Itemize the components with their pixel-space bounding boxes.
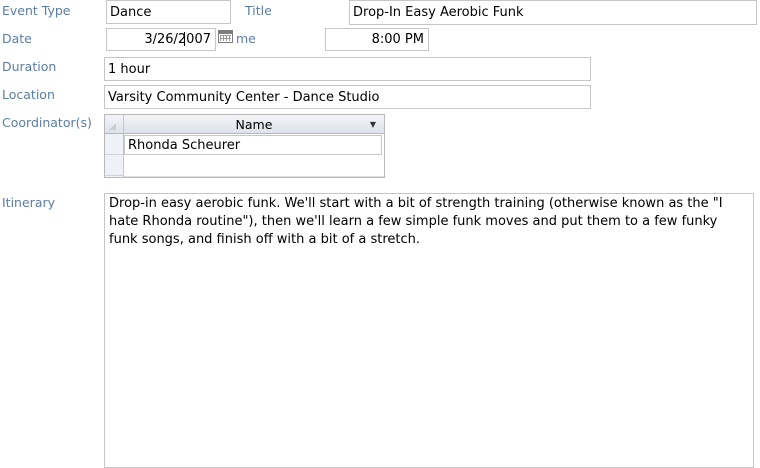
text-cursor [184,32,185,46]
dropdown-arrow-icon[interactable]: ▼ [370,120,376,129]
location-field[interactable]: Varsity Community Center - Dance Studio [104,85,591,109]
date-field[interactable]: 3/26/2007 [106,28,216,51]
duration-field[interactable]: 1 hour [104,57,591,81]
name-column-header[interactable]: Name [124,115,384,133]
location-label: Location [2,87,55,102]
time-label: me [236,31,256,46]
event-type-label: Event Type [2,3,71,18]
event-type-field[interactable]: Dance [106,0,231,24]
itinerary-label: Itinerary [2,195,56,210]
itinerary-textarea[interactable]: Drop-in easy aerobic funk. We'll start w… [104,193,754,468]
calendar-icon[interactable] [218,30,233,43]
duration-label: Duration [2,59,57,74]
date-label: Date [2,31,32,46]
coordinators-header: Name ▼ [105,115,384,134]
coordinators-subform[interactable]: Name ▼ Rhonda Scheurer [104,114,385,178]
select-all-corner[interactable] [105,115,124,133]
coordinators-label: Coordinator(s) [2,115,92,130]
new-record-row[interactable] [124,156,384,177]
coordinator-name-cell[interactable]: Rhonda Scheurer [124,135,382,155]
new-row-selector[interactable] [105,155,123,176]
title-label: Title [245,3,272,18]
row-selector[interactable] [105,134,123,155]
title-field[interactable]: Drop-In Easy Aerobic Funk [349,0,757,25]
time-field[interactable]: 8:00 PM [325,28,429,51]
